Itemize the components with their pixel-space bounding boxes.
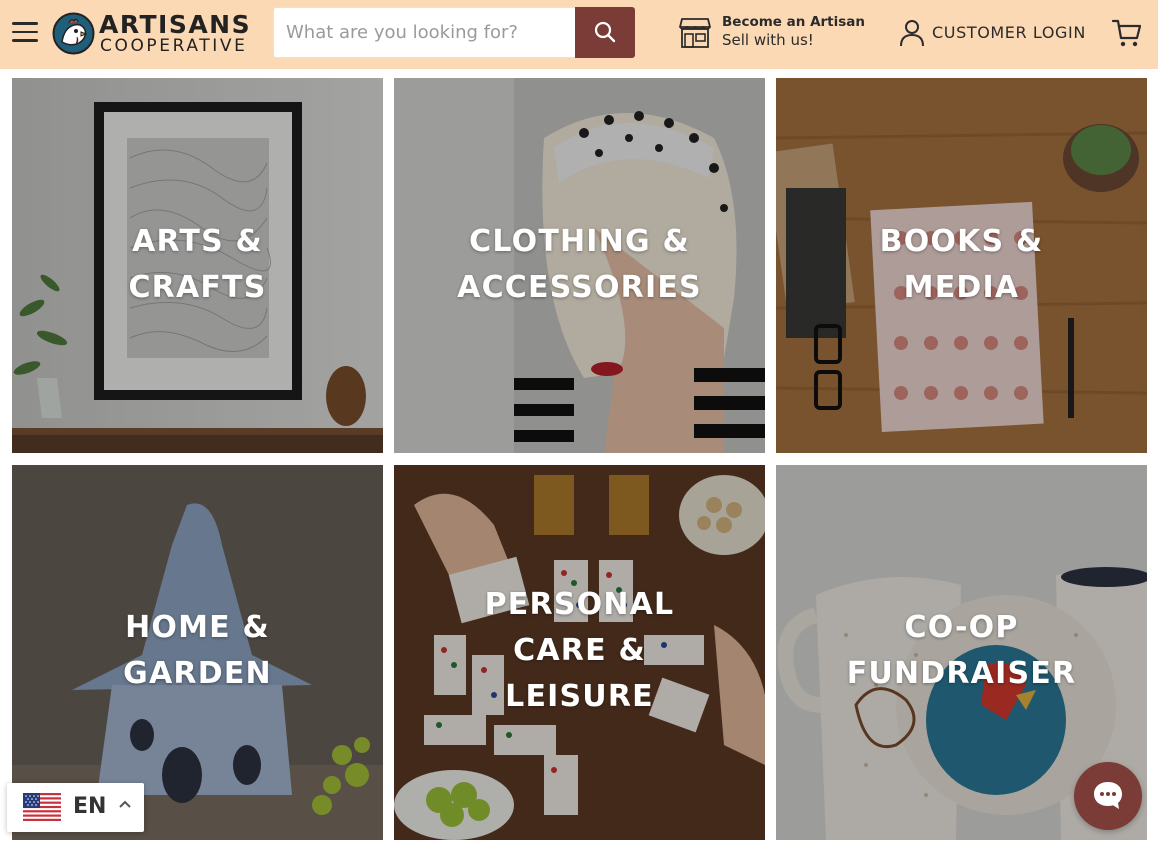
become-artisan-link[interactable]: Become an Artisan Sell with us!	[679, 13, 866, 53]
cart-icon[interactable]	[1111, 17, 1143, 49]
chat-button[interactable]	[1074, 762, 1142, 830]
category-label: CLOTHING & ACCESSORIES	[457, 224, 702, 305]
customer-login-link[interactable]: CUSTOMER LOGIN	[899, 19, 1086, 47]
search-input[interactable]	[273, 7, 575, 58]
shop-icon	[679, 18, 711, 48]
category-tile-personal-care-leisure[interactable]: PERSONAL CARE & LEISURE	[394, 465, 765, 840]
customer-login-label: CUSTOMER LOGIN	[932, 23, 1086, 42]
logo-line-1: ARTISANS	[99, 10, 252, 39]
chat-icon	[1094, 782, 1122, 809]
category-label: BOOKS & MEDIA	[879, 224, 1044, 305]
search-button[interactable]	[575, 7, 635, 58]
category-label: HOME & GARDEN	[123, 610, 272, 691]
site-logo[interactable]: ARTISANS COOPERATIVE	[52, 10, 252, 56]
language-switcher[interactable]: EN	[7, 783, 144, 832]
menu-icon[interactable]	[12, 22, 38, 42]
logo-rooster-icon	[52, 12, 95, 55]
category-tile-books-media[interactable]: BOOKS & MEDIA	[776, 78, 1147, 453]
category-label: ARTS & CRAFTS	[128, 224, 267, 305]
category-label: CO-OP FUNDRAISER	[846, 610, 1077, 691]
category-tile-arts-crafts[interactable]: ARTS & CRAFTS	[12, 78, 383, 453]
logo-line-2: COOPERATIVE	[100, 36, 248, 56]
sell-with-us-label: Sell with us!	[722, 31, 814, 49]
chevron-up-icon	[119, 800, 131, 808]
us-flag-icon	[23, 793, 61, 821]
search-icon	[594, 21, 616, 43]
category-tile-clothing-accessories[interactable]: CLOTHING & ACCESSORIES	[394, 78, 765, 453]
become-artisan-label: Become an Artisan	[722, 14, 866, 30]
language-code: EN	[73, 794, 107, 819]
user-icon	[900, 20, 924, 47]
category-label: PERSONAL CARE & LEISURE	[484, 587, 675, 714]
site-header: ARTISANS COOPERATIVE Become an Artisan S…	[0, 0, 1158, 69]
